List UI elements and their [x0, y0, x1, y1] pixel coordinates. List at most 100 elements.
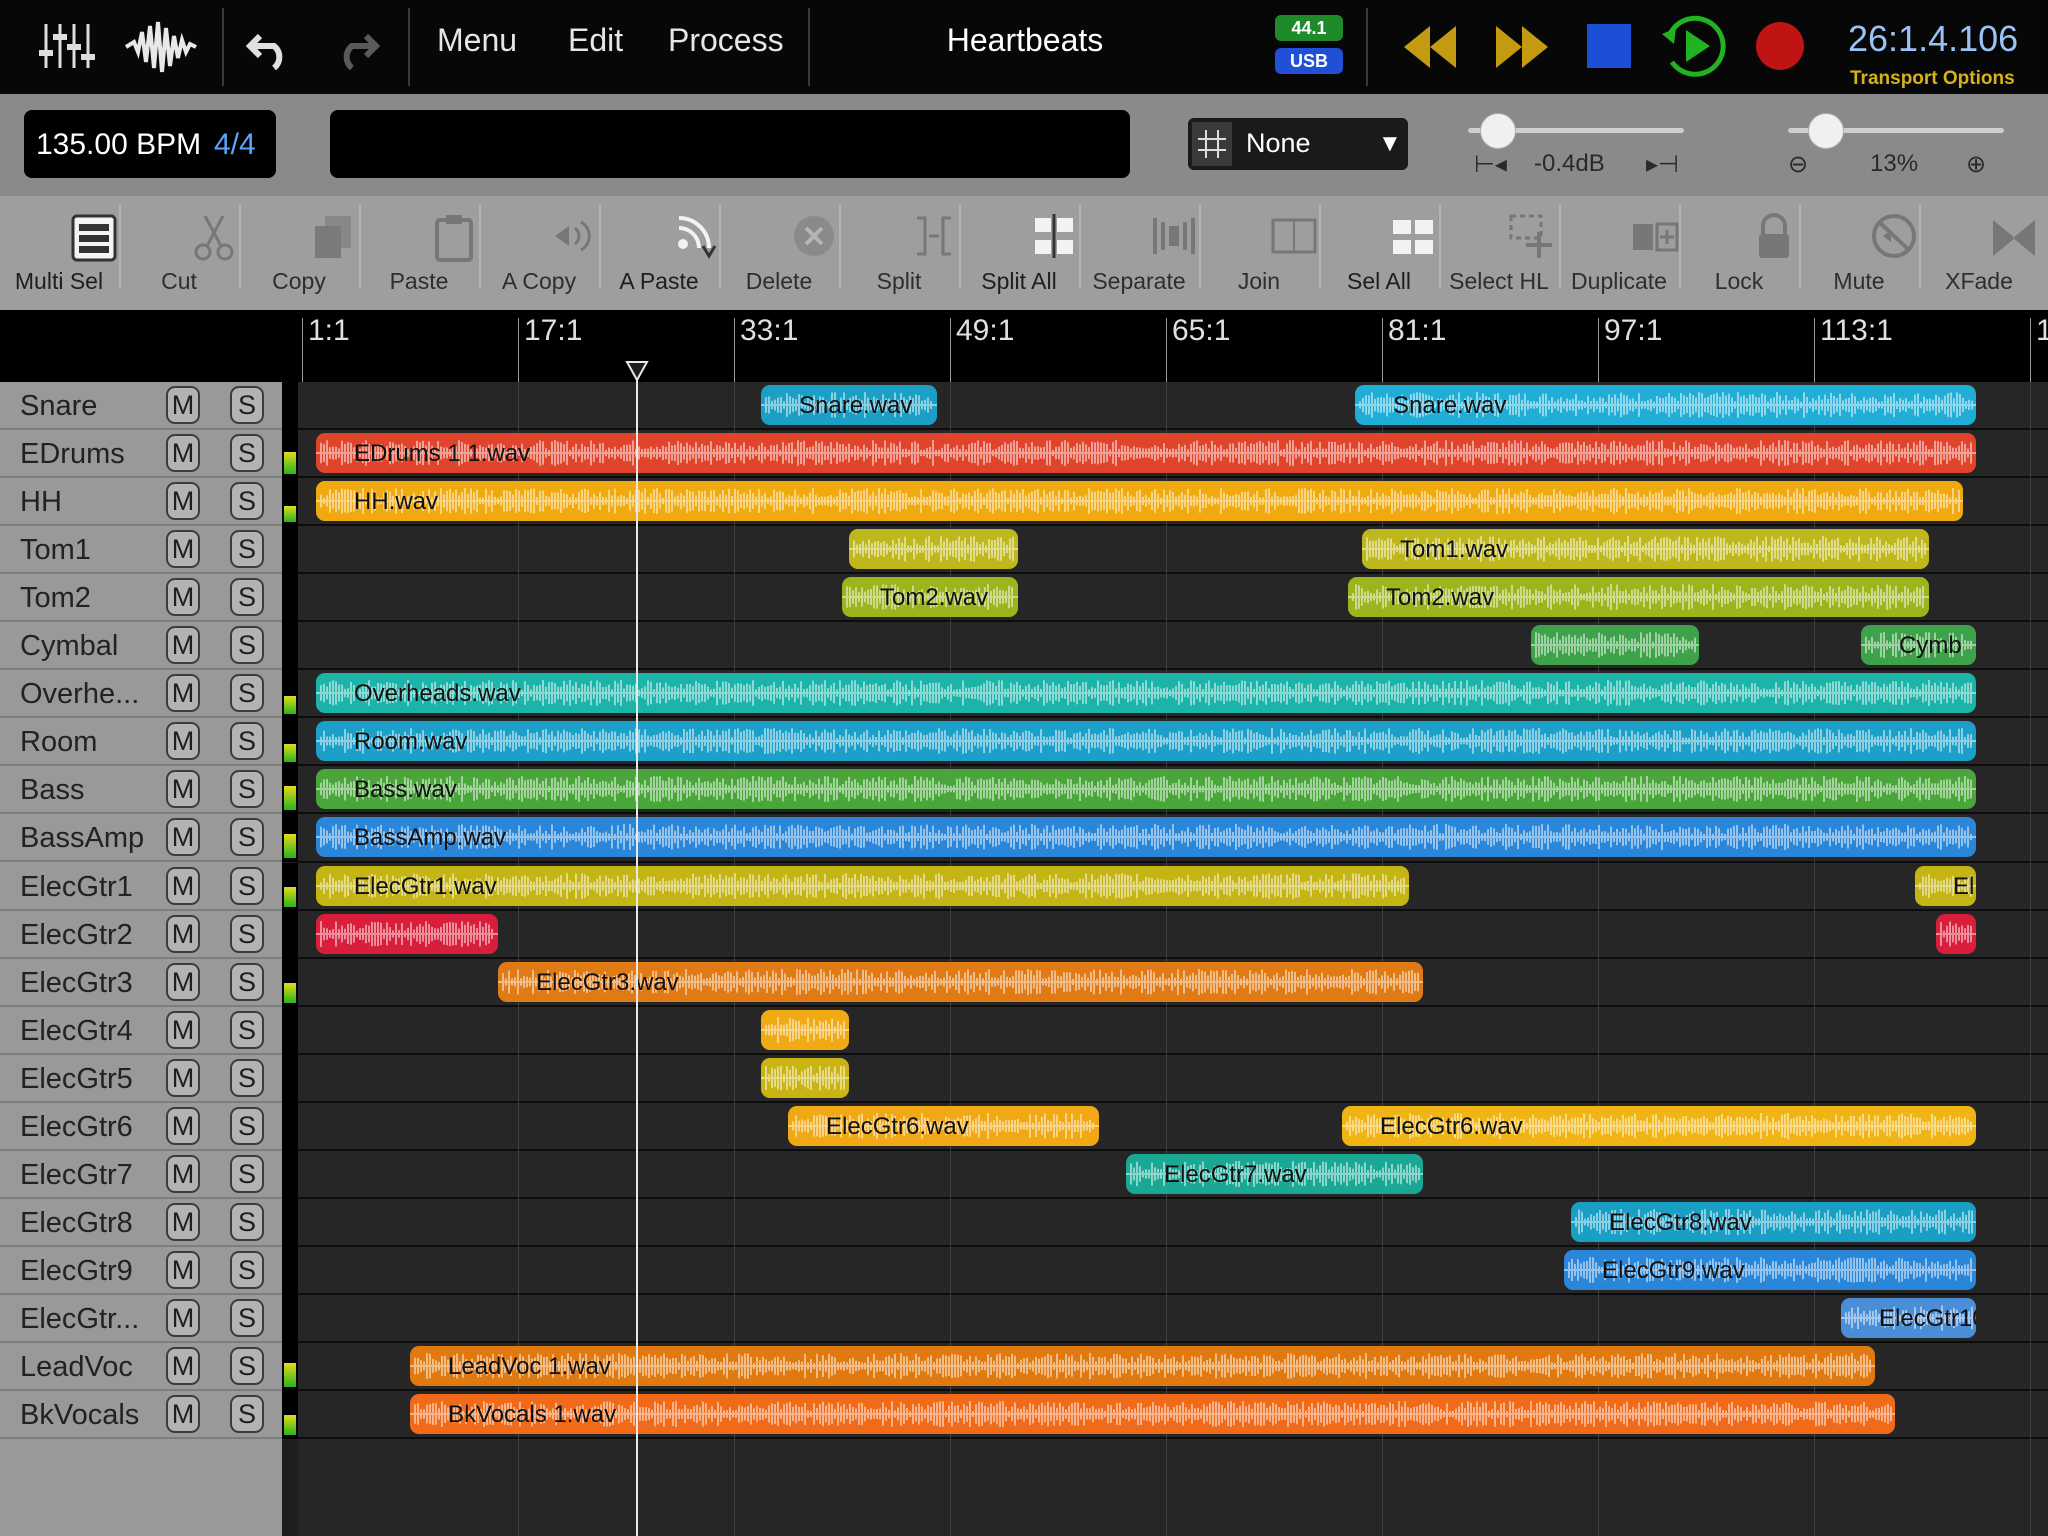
solo-button[interactable]: S [230, 482, 264, 521]
tool-xfade[interactable]: XFade [1920, 196, 2038, 310]
track-name[interactable]: ElecGtr5 [20, 1063, 133, 1096]
tool-a-paste[interactable]: A Paste [600, 196, 718, 310]
track-header[interactable]: Bass M S [0, 766, 282, 815]
track-name[interactable]: ElecGtr2 [20, 919, 133, 952]
mute-button[interactable]: M [166, 1106, 200, 1145]
audio-clip[interactable] [761, 1058, 849, 1098]
track-header[interactable]: ElecGtr5 M S [0, 1055, 282, 1103]
chevron-down-icon[interactable]: ▼ [1378, 130, 1402, 158]
arrange-area[interactable]: Snare.wav Snare.wav EDrums 1 1.wav HH.wav To… [298, 382, 2048, 1536]
track-name[interactable]: BkVocals [20, 1399, 139, 1432]
timecode-display[interactable]: 26:1.4.106 [1848, 18, 2018, 60]
time-signature[interactable]: 4/4 [214, 128, 256, 162]
track-header[interactable]: Cymbal M S [0, 622, 282, 671]
tool-multi-sel[interactable]: Multi Sel [0, 196, 118, 310]
mixer-icon[interactable] [36, 20, 96, 72]
track-name[interactable]: Cymbal [20, 630, 118, 663]
solo-button[interactable]: S [230, 1202, 264, 1241]
track-header[interactable]: ElecGtr6 M S [0, 1103, 282, 1151]
track-header[interactable]: EDrums M S [0, 430, 282, 479]
mute-button[interactable]: M [166, 434, 200, 473]
solo-button[interactable]: S [230, 1010, 264, 1049]
mute-button[interactable]: M [166, 1347, 200, 1385]
zoom-in-icon[interactable]: ⊕ [1966, 150, 1986, 179]
tool-split[interactable]: Split [840, 196, 958, 310]
solo-button[interactable]: S [230, 386, 264, 424]
track-name[interactable]: ElecGtr3 [20, 967, 133, 1000]
track-name[interactable]: ElecGtr... [20, 1303, 139, 1336]
menu-button[interactable]: Menu [437, 22, 517, 59]
track-header[interactable]: Tom2 M S [0, 574, 282, 623]
solo-button[interactable]: S [230, 914, 264, 953]
track-name[interactable]: ElecGtr9 [20, 1255, 133, 1288]
audio-clip[interactable]: BassAmp.wav [316, 817, 1976, 857]
track-name[interactable]: Room [20, 726, 97, 759]
tool-a-copy[interactable]: A Copy [480, 196, 598, 310]
audio-clip[interactable] [849, 529, 1018, 569]
mute-button[interactable]: M [166, 482, 200, 521]
solo-button[interactable]: S [230, 962, 264, 1001]
audio-clip[interactable]: Snare.wav [761, 385, 937, 425]
fast-forward-icon[interactable] [1494, 22, 1550, 72]
track-name[interactable]: HH [20, 486, 62, 519]
track-name[interactable]: ElecGtr6 [20, 1111, 133, 1144]
solo-button[interactable]: S [230, 1106, 264, 1145]
track-header[interactable]: ElecGtr1 M S [0, 863, 282, 911]
audio-clip[interactable] [1531, 625, 1699, 665]
audio-clip[interactable]: ElecGtr9.wav [1564, 1250, 1976, 1290]
track-header[interactable]: Snare M S [0, 382, 282, 430]
audio-clip[interactable]: ElecGtr10.wav [1841, 1298, 1976, 1338]
mute-button[interactable]: M [166, 386, 200, 424]
solo-button[interactable]: S [230, 1347, 264, 1385]
track-name[interactable]: ElecGtr4 [20, 1015, 133, 1048]
tool-cut[interactable]: Cut [120, 196, 238, 310]
redo-icon[interactable] [332, 26, 381, 71]
tool-paste[interactable]: Paste [360, 196, 478, 310]
solo-button[interactable]: S [230, 866, 264, 905]
audio-clip[interactable]: Bass.wav [316, 769, 1976, 809]
track-header[interactable]: Overhe... M S [0, 670, 282, 719]
mute-button[interactable]: M [166, 674, 200, 713]
audio-clip[interactable]: Snare.wav [1355, 385, 1976, 425]
track-header[interactable]: ElecGtr3 M S [0, 959, 282, 1007]
stop-icon[interactable] [1587, 24, 1631, 68]
track-name[interactable]: ElecGtr7 [20, 1159, 133, 1192]
play-icon[interactable] [1660, 14, 1728, 78]
solo-button[interactable]: S [230, 530, 264, 569]
audio-clip[interactable]: ElecGtr8.wav [1571, 1202, 1976, 1242]
solo-button[interactable]: S [230, 818, 264, 857]
solo-button[interactable]: S [230, 578, 264, 617]
audio-clip[interactable]: ElecGtr7.wav [1126, 1154, 1423, 1194]
tool-copy[interactable]: Copy [240, 196, 358, 310]
audio-clip[interactable]: Cymb [1861, 625, 1976, 665]
audio-clip[interactable]: ElecGtr1.wav [316, 866, 1409, 906]
track-name[interactable]: ElecGtr8 [20, 1207, 133, 1240]
solo-button[interactable]: S [230, 1395, 264, 1434]
audio-clip[interactable]: BkVocals 1.wav [410, 1394, 1895, 1434]
mute-button[interactable]: M [166, 914, 200, 953]
track-header[interactable]: BassAmp M S [0, 814, 282, 863]
solo-button[interactable]: S [230, 1058, 264, 1097]
bpm-value[interactable]: 135.00 BPM [36, 128, 201, 162]
tool-split-all[interactable]: Split All [960, 196, 1078, 310]
audio-clip[interactable]: ElecGtr6.wav [788, 1106, 1099, 1146]
track-header[interactable]: Tom1 M S [0, 526, 282, 575]
track-header[interactable]: ElecGtr... M S [0, 1295, 282, 1343]
playhead[interactable] [636, 374, 638, 1536]
tool-join[interactable]: Join [1200, 196, 1318, 310]
mute-button[interactable]: M [166, 818, 200, 857]
mute-button[interactable]: M [166, 770, 200, 809]
tool-duplicate[interactable]: Duplicate [1560, 196, 1679, 310]
record-icon[interactable] [1756, 22, 1804, 70]
solo-button[interactable]: S [230, 722, 264, 761]
mute-button[interactable]: M [166, 1154, 200, 1193]
audio-clip[interactable] [1936, 914, 1976, 954]
track-name[interactable]: BassAmp [20, 822, 144, 855]
tool-mute[interactable]: Mute [1800, 196, 1918, 310]
mute-button[interactable]: M [166, 866, 200, 905]
tool-select-hl[interactable]: Select HL [1440, 196, 1558, 310]
solo-button[interactable]: S [230, 674, 264, 713]
mute-button[interactable]: M [166, 1250, 200, 1289]
zoom-out-icon[interactable]: ⊖ [1788, 150, 1808, 179]
solo-button[interactable]: S [230, 1298, 264, 1337]
